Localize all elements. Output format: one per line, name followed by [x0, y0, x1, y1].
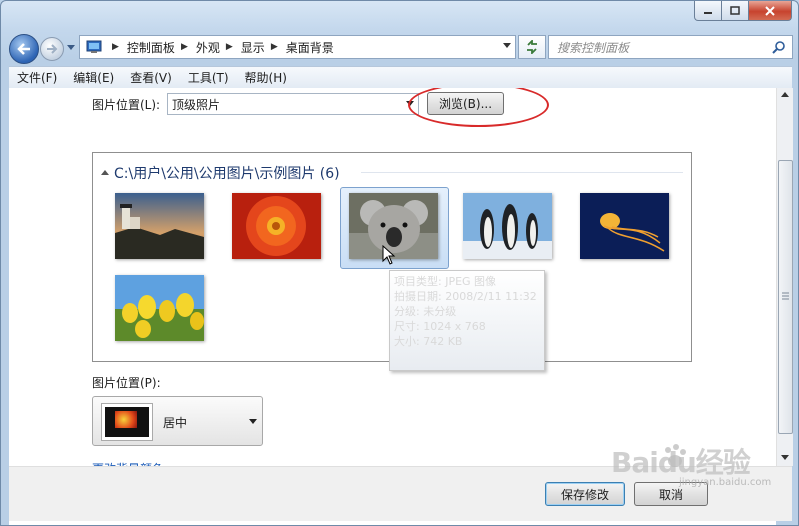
address-dropdown-icon[interactable] [503, 43, 511, 48]
mouse-cursor-icon [382, 245, 396, 265]
maximize-icon [730, 5, 740, 15]
breadcrumb-control-panel[interactable]: 控制面板 ▶ [127, 39, 196, 56]
menu-view[interactable]: 查看(V) [122, 69, 180, 86]
menu-help[interactable]: 帮助(H) [237, 69, 295, 86]
vertical-scrollbar[interactable] [776, 88, 793, 466]
breadcrumb-label: 外观 [195, 40, 220, 55]
chevron-down-icon [67, 44, 75, 50]
chevron-right-icon: ▶ [225, 42, 233, 52]
maximize-button[interactable] [722, 1, 749, 21]
minimize-icon [704, 11, 712, 14]
caption-buttons [694, 1, 792, 21]
breadcrumb-sep-root[interactable]: ▶ [106, 42, 127, 52]
annotation-circle [408, 88, 549, 127]
tooltip-line: 分级: 未分级 [394, 305, 457, 318]
scroll-thumb[interactable] [778, 160, 793, 434]
back-button[interactable] [9, 34, 39, 64]
chevron-right-icon: ▶ [112, 42, 119, 52]
search-box[interactable]: 搜索控制面板 [548, 35, 793, 59]
group-divider [361, 172, 683, 173]
chevron-right-icon: ▶ [180, 42, 188, 52]
picture-location-label: 图片位置(L): [92, 98, 161, 112]
thumbnail-lighthouse[interactable] [115, 193, 204, 259]
scroll-down-icon[interactable] [781, 455, 789, 460]
tooltip-line: 项目类型: JPEG 图像 [394, 275, 497, 288]
refresh-button[interactable] [518, 35, 546, 59]
tooltip-line: 拍摄日期: 2008/2/11 11:32 [394, 290, 537, 303]
breadcrumb-desktop-background[interactable]: 桌面背景 [286, 39, 334, 56]
menu-edit[interactable]: 编辑(E) [65, 69, 122, 86]
menu-tools[interactable]: 工具(T) [180, 69, 237, 86]
picture-location-dropdown[interactable]: 顶级照片 [167, 93, 419, 115]
thumbnail-jellyfish[interactable] [580, 193, 669, 259]
group-title: C:\用户\公用\公用图片\示例图片 (6) [114, 166, 340, 182]
address-bar[interactable]: ▶ 控制面板 ▶ 外观 ▶ 显示 ▶ 桌面背景 [79, 35, 516, 59]
thumbnail-chrysanthemum[interactable] [232, 193, 321, 259]
breadcrumb-label: 控制面板 [126, 40, 175, 55]
collapse-triangle-icon [101, 170, 109, 175]
chevron-down-icon [249, 419, 257, 424]
group-header[interactable]: C:\用户\公用\公用图片\示例图片 (6) [101, 163, 340, 183]
thumbnail-tulips[interactable] [115, 275, 204, 341]
position-preview-icon [101, 403, 153, 441]
picture-position-label: 图片位置(P): [92, 376, 161, 390]
close-icon [765, 5, 775, 16]
scroll-up-icon[interactable] [781, 92, 789, 97]
breadcrumb-appearance[interactable]: 外观 ▶ [196, 39, 241, 56]
menu-file[interactable]: 文件(F) [9, 69, 65, 86]
save-button[interactable]: 保存修改 [545, 482, 625, 506]
tooltip-line: 尺寸: 1024 x 768 [394, 320, 486, 333]
recent-pages-button[interactable] [66, 41, 76, 53]
minimize-button[interactable] [694, 1, 722, 21]
control-panel-window: ▶ 控制面板 ▶ 外观 ▶ 显示 ▶ 桌面背景 搜索控制面板 文件(F) 编辑(E) … [0, 0, 799, 526]
search-icon[interactable] [772, 40, 786, 54]
close-button[interactable] [749, 1, 792, 21]
picture-location-value: 顶级照片 [172, 97, 221, 112]
watermark: Baidu经验 jingyan.baidu.com [611, 441, 771, 488]
watermark-subtext: jingyan.baidu.com [679, 477, 772, 488]
arrow-left-icon [17, 43, 30, 55]
breadcrumb-label: 桌面背景 [285, 40, 334, 55]
tooltip-line: 大小: 742 KB [394, 335, 463, 348]
navigation-bar: ▶ 控制面板 ▶ 外观 ▶ 显示 ▶ 桌面背景 搜索控制面板 [9, 32, 793, 64]
control-panel-icon [86, 40, 102, 53]
picture-position-dropdown[interactable]: 居中 [92, 396, 263, 446]
arrow-right-icon [47, 44, 58, 54]
refresh-icon [527, 40, 537, 54]
menu-bar: 文件(F) 编辑(E) 查看(V) 工具(T) 帮助(H) [9, 66, 792, 89]
file-info-tooltip: 项目类型: JPEG 图像 拍摄日期: 2008/2/11 11:32 分级: … [389, 270, 545, 371]
search-placeholder: 搜索控制面板 [557, 40, 630, 55]
picture-position-value: 居中 [163, 416, 188, 430]
baidu-paw-icon [665, 444, 686, 467]
chevron-right-icon: ▶ [270, 42, 278, 52]
grip-icon [782, 292, 789, 300]
forward-button[interactable] [40, 37, 64, 61]
breadcrumb-label: 显示 [240, 40, 265, 55]
thumbnail-penguins[interactable] [463, 193, 552, 259]
breadcrumb-display[interactable]: 显示 ▶ [241, 39, 286, 56]
